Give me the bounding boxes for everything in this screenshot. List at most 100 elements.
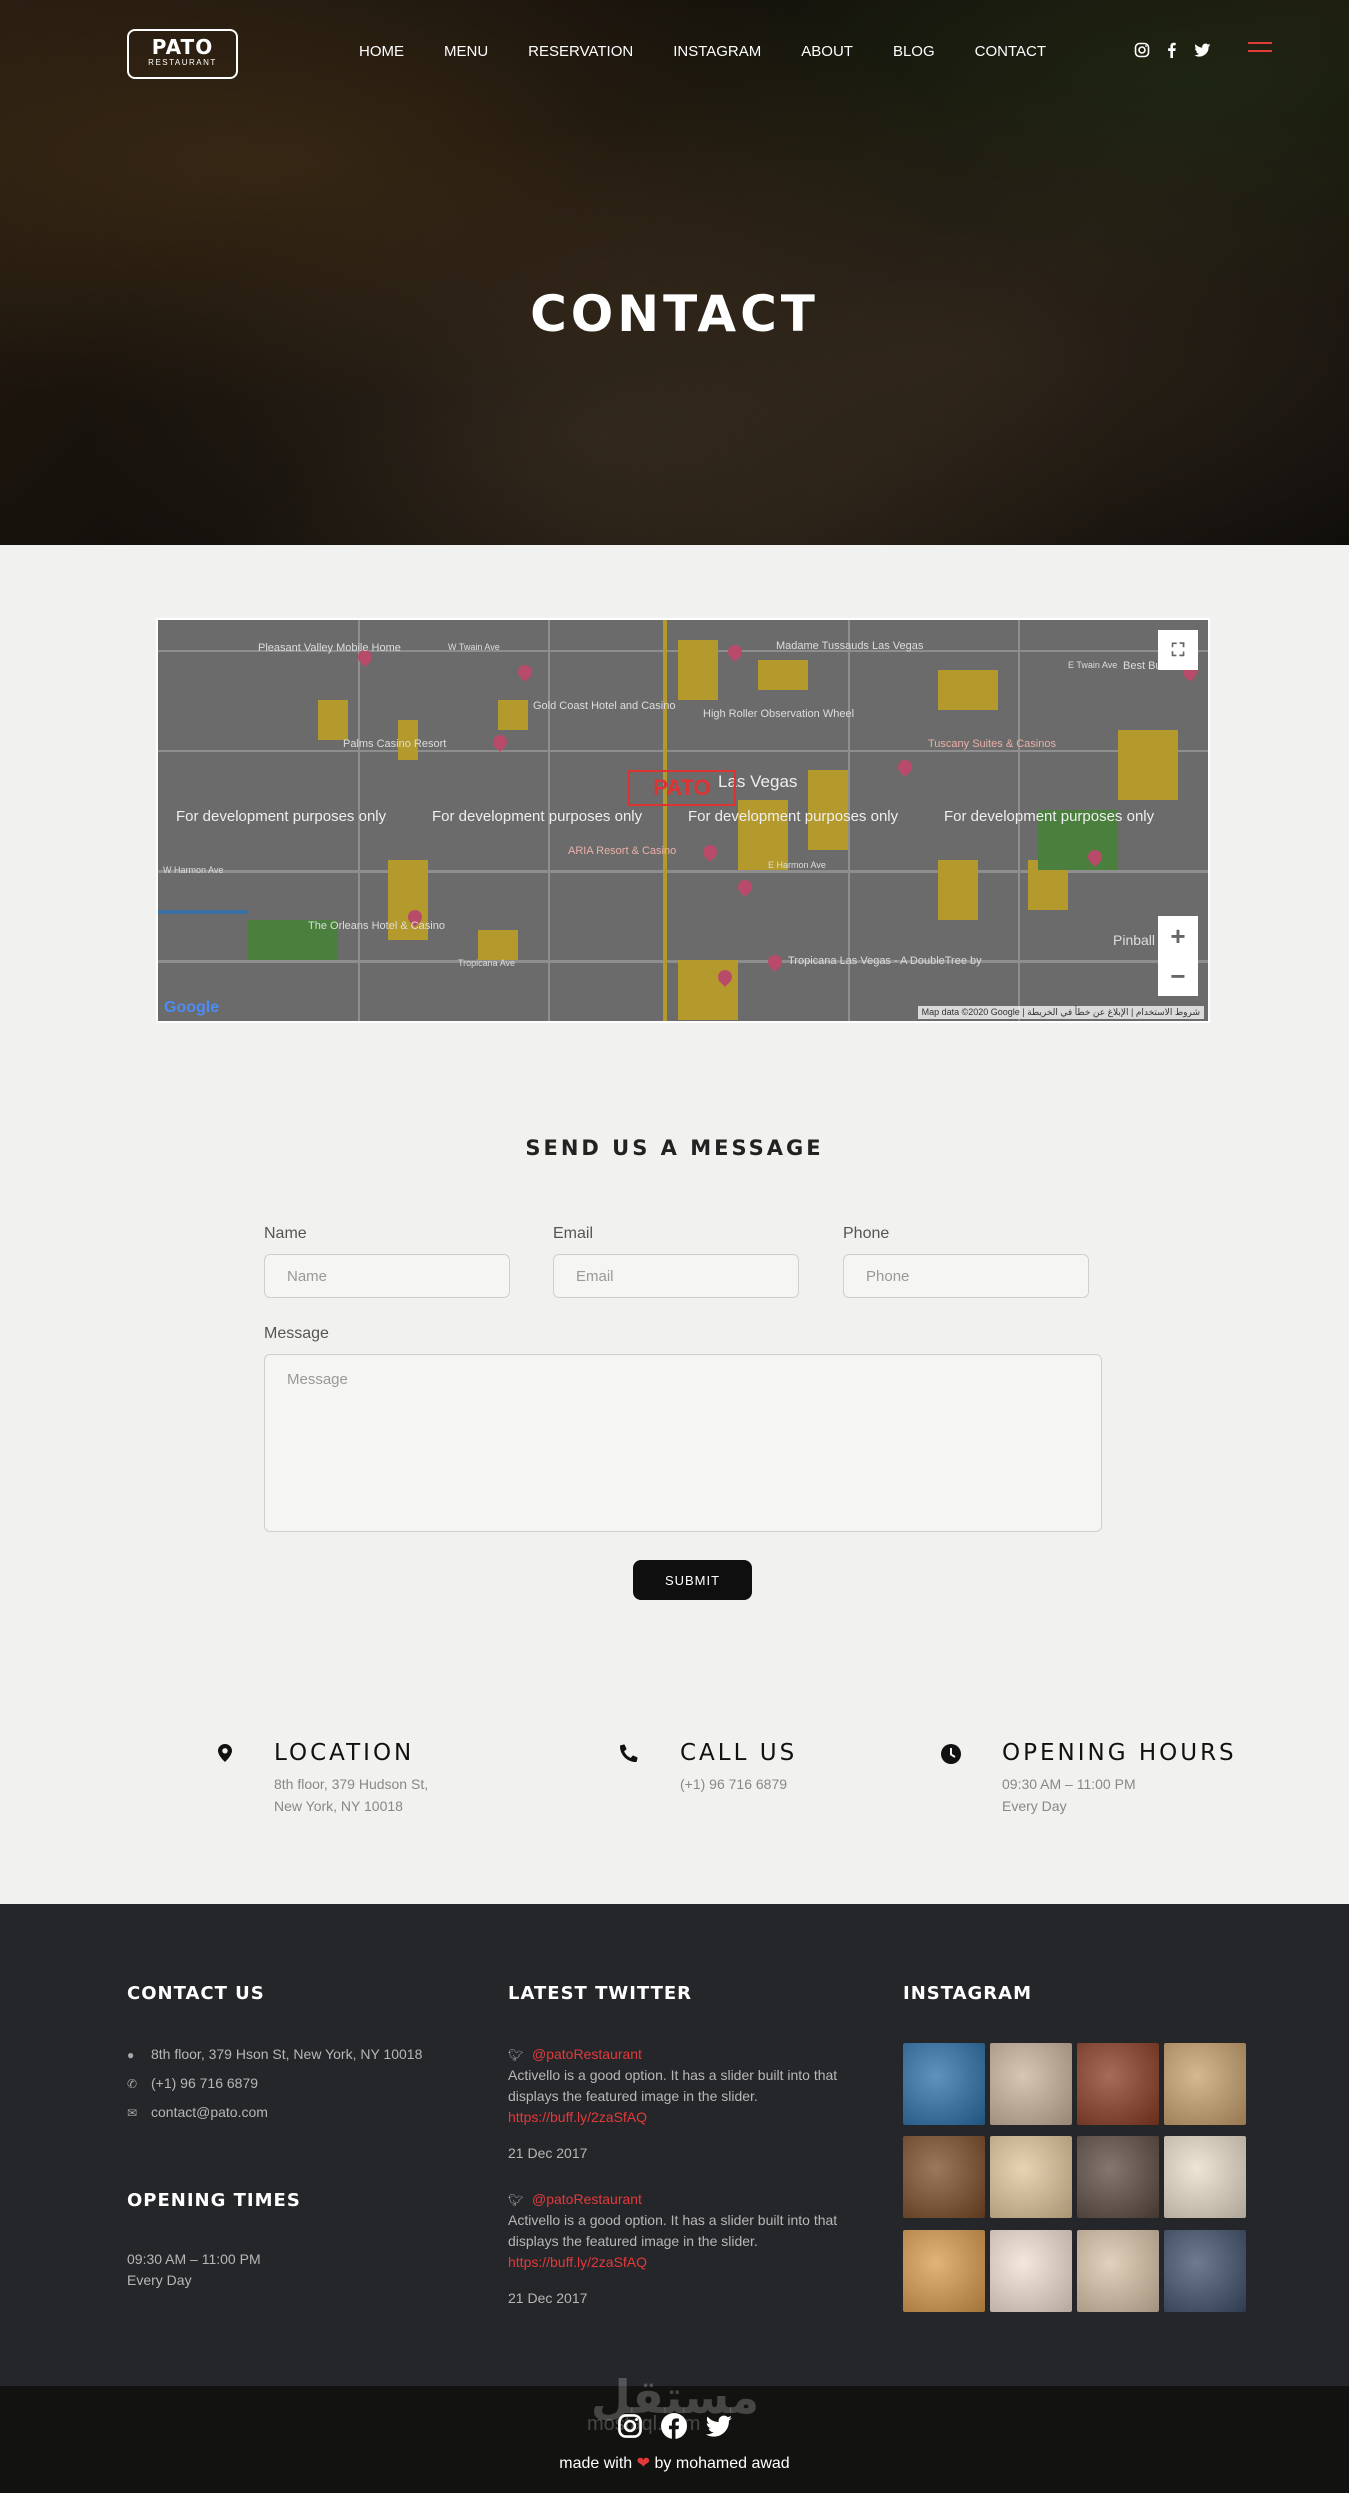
footer-email[interactable]: ✉ contact@pato.com xyxy=(127,2102,268,2124)
instagram-thumbnail[interactable] xyxy=(1164,2230,1246,2312)
map-marker-logo[interactable]: PATO xyxy=(628,770,736,806)
hamburger-menu-icon[interactable] xyxy=(1248,42,1272,60)
heart-icon: ❤ xyxy=(636,2455,651,2472)
nav-instagram[interactable]: INSTAGRAM xyxy=(673,43,761,60)
hero-banner xyxy=(0,0,1349,545)
instagram-thumbnail[interactable] xyxy=(1077,2043,1159,2125)
footer-contact-title: CONTACT US xyxy=(127,1983,265,2004)
footer-opening-days: Every Day xyxy=(127,2272,192,2288)
message-label: Message xyxy=(264,1325,329,1342)
made-with-credit: made with ❤ by mohamed awad xyxy=(559,2455,790,2472)
zoom-in-button[interactable]: + xyxy=(1158,916,1198,956)
twitter-icon[interactable] xyxy=(705,2413,733,2441)
map-label: ARIA Resort & Casino xyxy=(568,845,677,857)
zoom-out-button[interactable]: − xyxy=(1158,956,1198,996)
map-label: Best Bu xyxy=(1123,660,1162,672)
facebook-icon[interactable] xyxy=(661,2413,689,2441)
tweet-handle[interactable]: 🐦︎ @patoRestaurant xyxy=(508,2189,642,2211)
nav-about[interactable]: ABOUT xyxy=(801,43,853,60)
logo-name: PATO xyxy=(151,35,214,59)
instagram-thumbnail[interactable] xyxy=(903,2043,985,2125)
phone-field[interactable] xyxy=(843,1254,1089,1298)
instagram-thumbnail[interactable] xyxy=(990,2043,1072,2125)
map-label: Tropicana Ave xyxy=(458,958,516,968)
tweet-handle[interactable]: 🐦︎ @patoRestaurant xyxy=(508,2044,642,2066)
map-label: Palms Casino Resort xyxy=(343,738,447,750)
instagram-thumbnail[interactable] xyxy=(903,2136,985,2218)
email-label: Email xyxy=(553,1225,594,1242)
map-label: The Orleans Hotel & Casino xyxy=(308,920,445,932)
instagram-thumbnail[interactable] xyxy=(990,2230,1072,2312)
map-label: Gold Coast Hotel and Casino xyxy=(533,700,676,712)
twitter-icon: 🐦︎ xyxy=(508,2048,524,2062)
map-label: Tuscany Suites & Casinos xyxy=(928,738,1056,750)
instagram-thumbnail[interactable] xyxy=(1164,2136,1246,2218)
hours-days: Every Day xyxy=(1002,1798,1067,1814)
tweet-text: displays the featured image in the slide… xyxy=(508,2088,758,2104)
hours-block: OPENING HOURS 09:30 AM – 11:00 PM Every … xyxy=(941,1740,1234,1814)
footer-phone[interactable]: ✆ (+1) 96 716 6879 xyxy=(127,2073,258,2095)
nav-contact[interactable]: CONTACT xyxy=(975,43,1046,60)
instagram-icon[interactable] xyxy=(617,2413,645,2441)
map-label: E Twain Ave xyxy=(1068,660,1118,670)
facebook-icon[interactable] xyxy=(1164,42,1182,60)
header-social xyxy=(1134,42,1212,60)
location-line1: 8th floor, 379 Hudson St, xyxy=(274,1776,429,1792)
map-attribution[interactable]: Map data ©2020 Google | شروط الاستخدام |… xyxy=(917,1006,1204,1019)
instagram-thumbnail[interactable] xyxy=(1077,2230,1159,2312)
bottom-social xyxy=(617,2413,733,2441)
main-nav: HOME MENU RESERVATION INSTAGRAM ABOUT BL… xyxy=(359,43,1046,60)
map-dev-text: For development purposes only xyxy=(944,808,1155,825)
page-title: CONTACT xyxy=(530,285,819,343)
email-field[interactable] xyxy=(553,1254,799,1298)
twitter-icon[interactable] xyxy=(1194,42,1212,60)
map-dev-text: For development purposes only xyxy=(432,808,643,825)
tweet-link[interactable]: https://buff.ly/2zaSfAQ xyxy=(508,2252,647,2273)
fullscreen-icon[interactable]: ⛶ xyxy=(1158,630,1198,670)
map-label: Pinball xyxy=(1113,932,1156,948)
footer-address: ● 8th floor, 379 Hson St, New York, NY 10… xyxy=(127,2044,422,2066)
call-block: CALL US (+1) 96 716 6879 xyxy=(619,1740,840,1792)
phone-label: Phone xyxy=(843,1225,890,1242)
map-label: Madame Tussauds Las Vegas xyxy=(776,640,924,652)
message-field[interactable] xyxy=(264,1354,1102,1532)
form-title: SEND US A MESSAGE xyxy=(525,1136,824,1160)
footer-twitter-title: LATEST TWITTER xyxy=(508,1983,693,2004)
name-label: Name xyxy=(264,1225,307,1242)
instagram-thumbnail[interactable] xyxy=(1077,2136,1159,2218)
instagram-thumbnail[interactable] xyxy=(990,2136,1072,2218)
logo[interactable]: PATO RESTAURANT xyxy=(127,29,238,79)
footer-opening-title: OPENING TIMES xyxy=(127,2190,301,2211)
location-block: LOCATION 8th floor, 379 Hudson St, New Y… xyxy=(218,1740,458,1814)
tweet-text: Activello is a good option. It has a sli… xyxy=(508,2067,838,2083)
map-label: Pleasant Valley Mobile Home xyxy=(258,642,401,654)
location-line2: New York, NY 10018 xyxy=(274,1798,403,1814)
nav-blog[interactable]: BLOG xyxy=(893,43,935,60)
map-dev-text: For development purposes only xyxy=(176,808,387,825)
twitter-icon: 🐦︎ xyxy=(508,2193,524,2207)
tweet-text: Activello is a good option. It has a sli… xyxy=(508,2212,838,2228)
tweet-link[interactable]: https://buff.ly/2zaSfAQ xyxy=(508,2107,647,2128)
map-pin-icon xyxy=(218,1744,238,1764)
map-label: W Harmon Ave xyxy=(163,865,224,875)
tweet-date: 21 Dec 2017 xyxy=(508,2145,588,2161)
hours-title: OPENING HOURS xyxy=(1002,1740,1237,1766)
map-label: E Harmon Ave xyxy=(768,860,826,870)
nav-reservation[interactable]: RESERVATION xyxy=(528,43,633,60)
google-map[interactable]: Pleasant Valley Mobile Home Gold Coast H… xyxy=(156,618,1210,1023)
hours-time: 09:30 AM – 11:00 PM xyxy=(1002,1776,1136,1792)
nav-menu[interactable]: MENU xyxy=(444,43,488,60)
map-pin-icon: ● xyxy=(127,2048,135,2062)
instagram-thumbnail[interactable] xyxy=(903,2230,985,2312)
nav-home[interactable]: HOME xyxy=(359,43,404,60)
submit-button[interactable]: SUBMIT xyxy=(633,1560,752,1600)
map-label: High Roller Observation Wheel xyxy=(703,708,855,720)
google-logo: Google xyxy=(164,999,220,1016)
name-field[interactable] xyxy=(264,1254,510,1298)
phone-icon: ✆ xyxy=(127,2077,138,2091)
call-title: CALL US xyxy=(680,1740,798,1766)
instagram-icon[interactable] xyxy=(1134,42,1152,60)
map-label: W Twain Ave xyxy=(448,642,500,652)
instagram-thumbnail[interactable] xyxy=(1164,2043,1246,2125)
call-phone[interactable]: (+1) 96 716 6879 xyxy=(680,1773,787,1795)
